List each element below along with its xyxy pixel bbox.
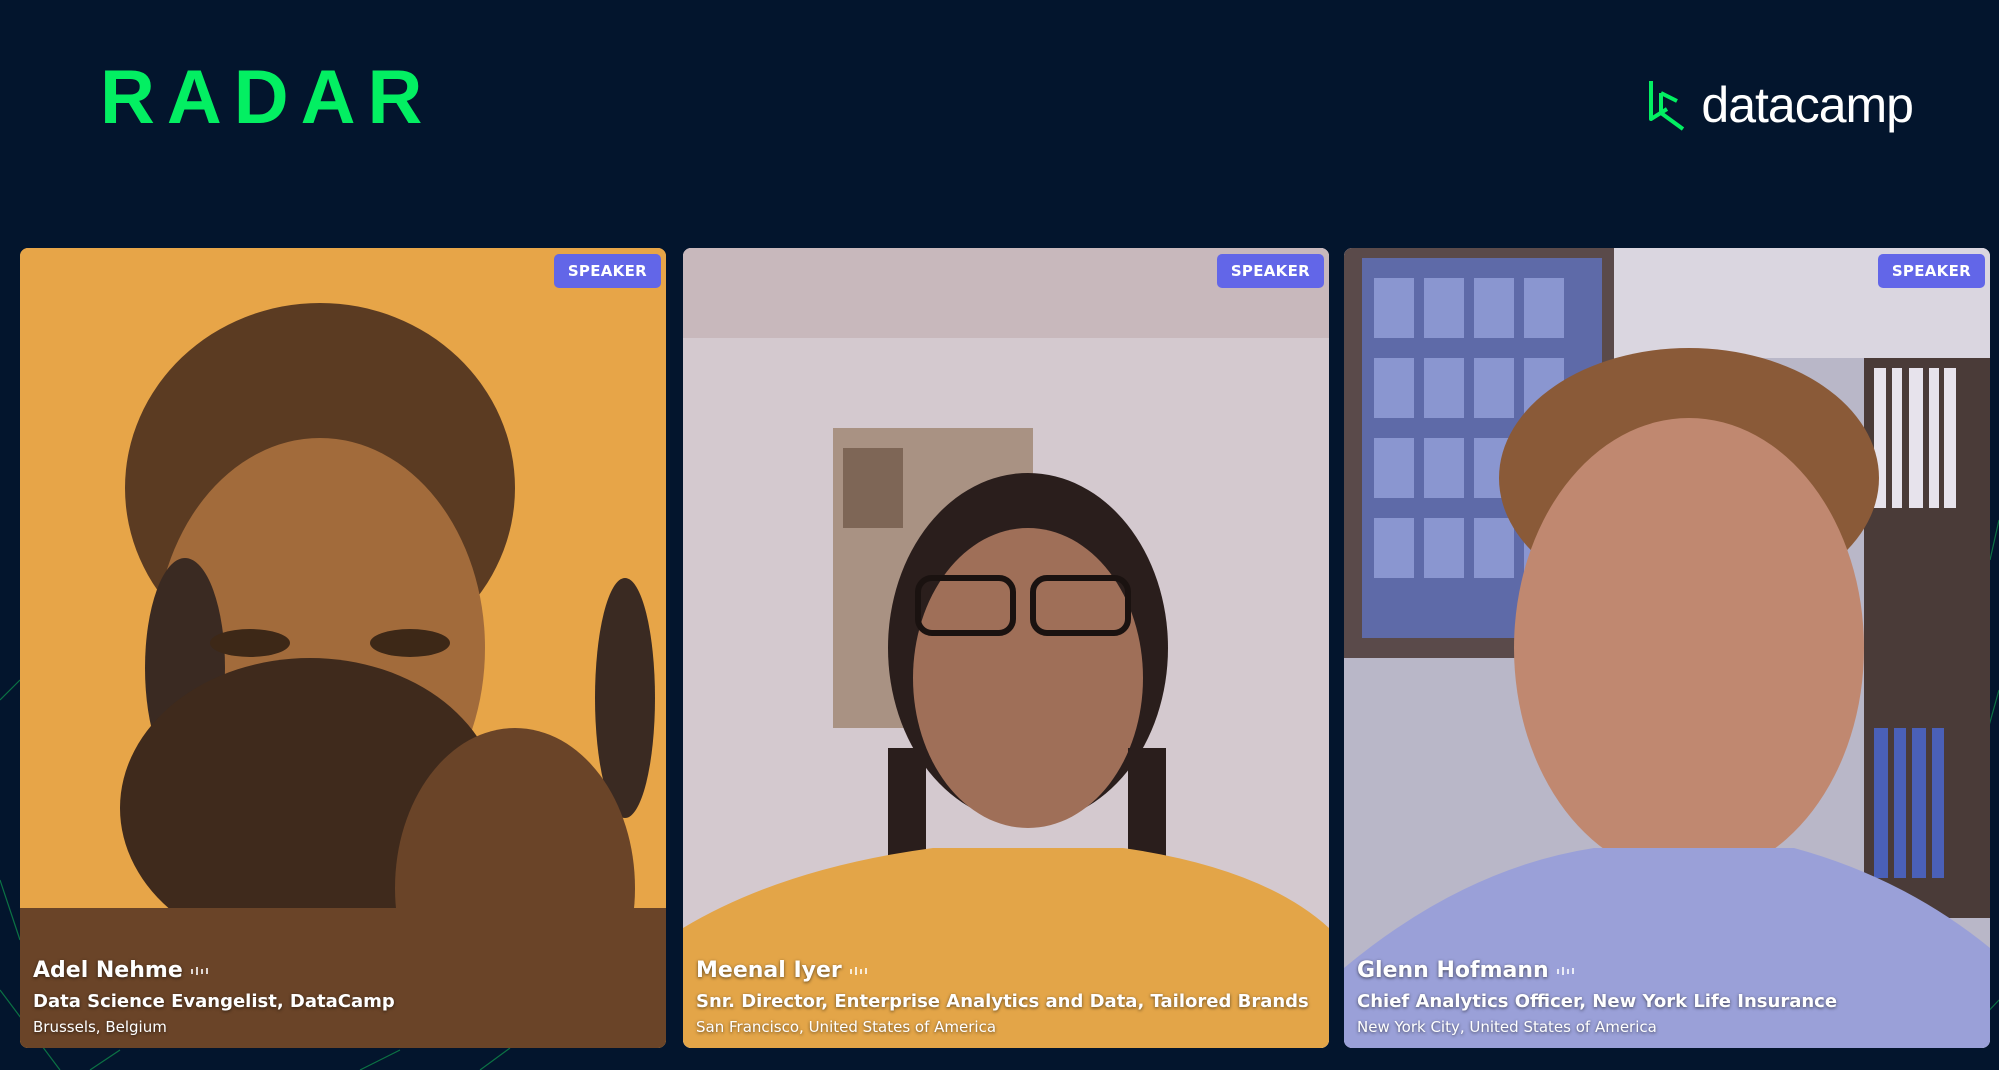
video-feed [1344,248,1990,1048]
speaker-badge: SPEAKER [1877,254,1985,288]
video-tile-glenn-hofmann[interactable]: SPEAKER Glenn Hofmann Chief Analytics Of… [1344,248,1990,1048]
participant-name-row: Glenn Hofmann [1357,958,1980,983]
datacamp-wordmark: datacamp [1701,77,1914,133]
video-feed [20,248,666,1048]
participant-title: Chief Analytics Officer, New York Life I… [1357,991,1838,1012]
participant-location: Brussels, Belgium [33,1018,167,1036]
video-tile-meenal-iyer[interactable]: SPEAKER Meenal Iyer Snr. Director, Enter… [683,248,1329,1048]
radar-logo: RADAR [100,55,435,140]
participant-location: San Francisco, United States of America [696,1018,997,1036]
participant-name-row: Adel Nehme [33,958,656,983]
participant-name: Glenn Hofmann [1357,958,1549,983]
participant-caption: Adel Nehme Data Science Evangelist, Data… [33,958,656,1036]
participant-name: Meenal Iyer [696,958,842,983]
participant-caption: Meenal Iyer Snr. Director, Enterprise An… [696,958,1319,1036]
video-feed [683,248,1329,1048]
audio-level-icon [190,966,208,975]
participant-caption: Glenn Hofmann Chief Analytics Officer, N… [1357,958,1980,1036]
speaker-badge: SPEAKER [1216,254,1324,288]
audio-level-icon [849,966,867,975]
participant-title: Data Science Evangelist, DataCamp [33,991,395,1012]
speaker-badge: SPEAKER [553,254,661,288]
participant-location: New York City, United States of America [1357,1018,1657,1036]
participant-title: Snr. Director, Enterprise Analytics and … [696,991,1309,1012]
datacamp-mark-icon [1649,81,1685,131]
participant-name-row: Meenal Iyer [696,958,1319,983]
datacamp-logo: datacamp [1647,77,1914,133]
participant-name: Adel Nehme [33,958,183,983]
audio-level-icon [1556,966,1574,975]
video-tile-adel-nehme[interactable]: SPEAKER Adel Nehme Data Science Evangeli… [20,248,666,1048]
